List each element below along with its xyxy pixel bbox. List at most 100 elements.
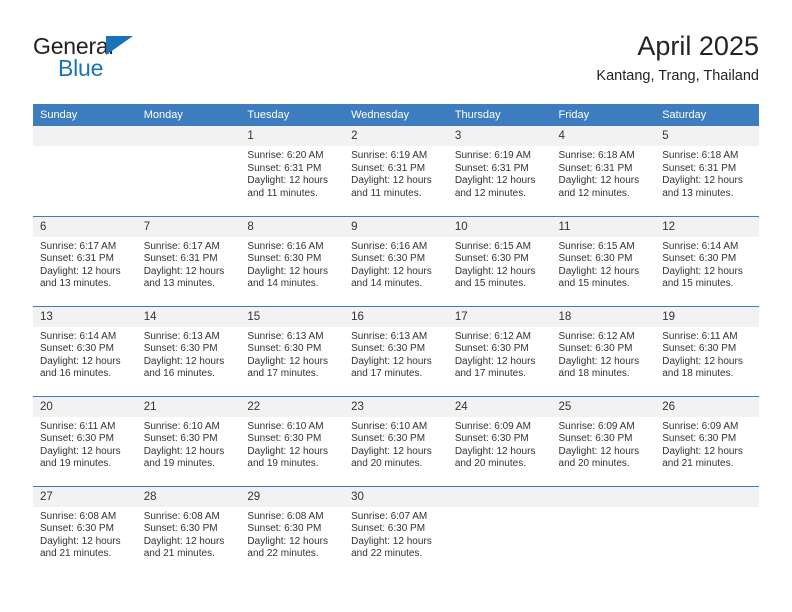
day-event-line: Sunset: 6:30 PM <box>143 433 218 445</box>
day-number: 17 <box>447 306 552 327</box>
day-event-line: Sunrise: 6:17 AM <box>40 240 117 252</box>
calendar-day-cell[interactable]: 13 Sunrise: 6:14 AM Sunset: 6:30 PM Dayligh… <box>33 305 137 396</box>
calendar-cell-empty <box>551 485 656 576</box>
day-event-line: Daylight: 12 hours and 20 minutes. <box>558 445 640 470</box>
day-number: 15 <box>240 306 345 327</box>
day-events: Sunrise: 6:16 AM Sunset: 6:30 PM Daylight:… <box>240 237 344 291</box>
calendar-day-cell[interactable]: 15 Sunrise: 6:13 AM Sunset: 6:30 PM Dayligh… <box>240 305 345 396</box>
day-event-line: Sunset: 6:30 PM <box>247 253 322 265</box>
calendar-day-cell[interactable]: 1 Sunrise: 6:20 AM Sunset: 6:31 PM Daylight… <box>240 126 345 216</box>
calendar-day-cell[interactable]: 17 Sunrise: 6:12 AM Sunset: 6:30 PM Dayligh… <box>447 305 552 396</box>
day-number: 8 <box>240 216 345 237</box>
day-event-line: Sunset: 6:31 PM <box>40 253 114 265</box>
logo-text-blue: Blue <box>58 55 104 81</box>
day-events: Sunrise: 6:17 AM Sunset: 6:31 PM Daylight:… <box>33 237 137 291</box>
day-event-line: Sunset: 6:30 PM <box>662 253 737 265</box>
day-event-line: Sunrise: 6:14 AM <box>40 330 117 342</box>
day-event-line: Sunrise: 6:19 AM <box>351 150 428 161</box>
calendar-day-cell[interactable]: 4 Sunrise: 6:18 AM Sunset: 6:31 PM Daylight… <box>551 126 656 216</box>
day-events: Sunrise: 6:08 AM Sunset: 6:30 PM Daylight:… <box>137 507 241 561</box>
day-event-line: Sunset: 6:30 PM <box>40 433 114 445</box>
day-number: 12 <box>655 216 759 237</box>
calendar-cell-empty <box>136 126 241 216</box>
day-event-line: Daylight: 12 hours and 21 minutes. <box>143 535 225 560</box>
day-event-line: Daylight: 12 hours and 22 minutes. <box>351 535 432 560</box>
day-event-line: Sunset: 6:30 PM <box>454 343 529 355</box>
day-events: Sunrise: 6:14 AM Sunset: 6:30 PM Daylight:… <box>33 327 137 381</box>
day-number: 14 <box>136 306 241 327</box>
calendar-day-cell[interactable]: 19 Sunrise: 6:11 AM Sunset: 6:30 PM Dayligh… <box>655 305 759 396</box>
calendar-day-cell[interactable]: 28 Sunrise: 6:08 AM Sunset: 6:30 PM Dayligh… <box>136 485 241 576</box>
calendar-day-cell[interactable]: 30 Sunrise: 6:07 AM Sunset: 6:30 PM Dayligh… <box>344 485 448 576</box>
calendar-page: General Blue April 2025 Kantang, Trang, … <box>0 0 792 612</box>
calendar-week-row: 13 Sunrise: 6:14 AM Sunset: 6:30 PM Dayligh… <box>33 305 759 396</box>
logo-general-blue[interactable]: General Blue <box>33 34 263 80</box>
calendar-day-cell[interactable]: 24 Sunrise: 6:09 AM Sunset: 6:30 PM Dayligh… <box>447 395 552 486</box>
day-events: Sunrise: 6:09 AM Sunset: 6:30 PM Daylight:… <box>552 417 656 471</box>
day-event-line: Sunset: 6:31 PM <box>143 253 218 265</box>
day-event-line: Sunset: 6:30 PM <box>351 253 426 265</box>
calendar-day-cell[interactable]: 12 Sunrise: 6:14 AM Sunset: 6:30 PM Dayligh… <box>655 215 759 306</box>
calendar-day-cell[interactable]: 16 Sunrise: 6:13 AM Sunset: 6:30 PM Dayligh… <box>344 305 448 396</box>
calendar-day-cell[interactable]: 5 Sunrise: 6:18 AM Sunset: 6:31 PM Daylight… <box>655 126 759 216</box>
day-event-line: Sunset: 6:30 PM <box>143 523 218 535</box>
day-event-line: Daylight: 12 hours and 11 minutes. <box>247 175 329 199</box>
calendar-day-cell[interactable]: 2 Sunrise: 6:19 AM Sunset: 6:31 PM Daylight… <box>344 126 448 216</box>
calendar-day-cell[interactable]: 11 Sunrise: 6:15 AM Sunset: 6:30 PM Dayligh… <box>551 215 656 306</box>
day-event-line: Daylight: 12 hours and 17 minutes. <box>454 355 536 380</box>
day-events: Sunrise: 6:15 AM Sunset: 6:30 PM Daylight:… <box>448 237 552 291</box>
day-number: 7 <box>136 216 241 237</box>
calendar-day-cell[interactable]: 25 Sunrise: 6:09 AM Sunset: 6:30 PM Dayligh… <box>551 395 656 486</box>
day-event-line: Sunset: 6:30 PM <box>351 523 426 535</box>
day-event-line: Sunrise: 6:07 AM <box>351 510 428 522</box>
day-number: 29 <box>240 486 345 507</box>
calendar-day-cell[interactable]: 6 Sunrise: 6:17 AM Sunset: 6:31 PM Daylight… <box>33 215 137 306</box>
day-number: 28 <box>136 486 241 507</box>
day-events: Sunrise: 6:09 AM Sunset: 6:30 PM Daylight:… <box>655 417 759 471</box>
day-event-line: Daylight: 12 hours and 13 minutes. <box>40 265 121 290</box>
day-event-line: Daylight: 12 hours and 16 minutes. <box>143 355 225 380</box>
calendar-day-cell[interactable]: 20 Sunrise: 6:11 AM Sunset: 6:30 PM Dayligh… <box>33 395 137 486</box>
page-subtitle: Kantang, Trang, Thailand <box>596 68 759 84</box>
day-events: Sunrise: 6:07 AM Sunset: 6:30 PM Daylight:… <box>344 507 448 561</box>
day-event-line: Sunrise: 6:15 AM <box>454 240 531 252</box>
day-event-line: Sunrise: 6:18 AM <box>558 150 635 161</box>
day-event-line: Sunrise: 6:20 AM <box>247 150 324 161</box>
day-event-line: Sunrise: 6:16 AM <box>351 240 428 252</box>
calendar-day-cell[interactable]: 10 Sunrise: 6:15 AM Sunset: 6:30 PM Dayligh… <box>447 215 552 306</box>
day-event-line: Sunrise: 6:19 AM <box>454 150 531 161</box>
day-events: Sunrise: 6:19 AM Sunset: 6:31 PM Daylight:… <box>448 146 552 200</box>
day-number: 21 <box>136 396 241 417</box>
day-events: Sunrise: 6:08 AM Sunset: 6:30 PM Daylight:… <box>33 507 137 561</box>
calendar-day-cell[interactable]: 14 Sunrise: 6:13 AM Sunset: 6:30 PM Dayligh… <box>136 305 241 396</box>
weekday-header-tuesday: Tuesday <box>240 104 345 126</box>
page-header: General Blue April 2025 Kantang, Trang, … <box>33 30 759 100</box>
calendar-day-cell[interactable]: 9 Sunrise: 6:16 AM Sunset: 6:30 PM Daylight… <box>344 215 448 306</box>
day-events: Sunrise: 6:17 AM Sunset: 6:31 PM Daylight:… <box>137 237 241 291</box>
weekday-header-sunday: Sunday <box>33 104 137 126</box>
day-event-line: Daylight: 12 hours and 14 minutes. <box>351 265 432 290</box>
day-event-line: Daylight: 12 hours and 17 minutes. <box>247 355 329 380</box>
calendar-day-cell[interactable]: 8 Sunrise: 6:16 AM Sunset: 6:30 PM Daylight… <box>240 215 345 306</box>
day-event-line: Sunset: 6:31 PM <box>351 162 426 174</box>
day-number: 26 <box>655 396 759 417</box>
calendar-day-cell[interactable]: 26 Sunrise: 6:09 AM Sunset: 6:30 PM Dayligh… <box>655 395 759 486</box>
calendar-day-cell[interactable]: 29 Sunrise: 6:08 AM Sunset: 6:30 PM Dayligh… <box>240 485 345 576</box>
calendar-day-cell[interactable]: 27 Sunrise: 6:08 AM Sunset: 6:30 PM Dayligh… <box>33 485 137 576</box>
day-event-line: Sunset: 6:31 PM <box>662 162 737 174</box>
page-title: April 2025 <box>637 31 759 61</box>
day-event-line: Daylight: 12 hours and 11 minutes. <box>351 175 432 199</box>
calendar-day-cell[interactable]: 22 Sunrise: 6:10 AM Sunset: 6:30 PM Dayligh… <box>240 395 345 486</box>
day-number: 3 <box>447 126 552 146</box>
calendar-day-cell[interactable]: 23 Sunrise: 6:10 AM Sunset: 6:30 PM Dayligh… <box>344 395 448 486</box>
calendar-day-cell[interactable]: 21 Sunrise: 6:10 AM Sunset: 6:30 PM Dayligh… <box>136 395 241 486</box>
calendar-day-cell[interactable]: 7 Sunrise: 6:17 AM Sunset: 6:31 PM Daylight… <box>136 215 241 306</box>
calendar-day-cell[interactable]: 3 Sunrise: 6:19 AM Sunset: 6:31 PM Daylight… <box>447 126 552 216</box>
weekday-header-saturday: Saturday <box>655 104 759 126</box>
day-events: Sunrise: 6:11 AM Sunset: 6:30 PM Daylight:… <box>33 417 137 471</box>
day-number <box>551 486 656 507</box>
calendar-day-cell[interactable]: 18 Sunrise: 6:12 AM Sunset: 6:30 PM Dayligh… <box>551 305 656 396</box>
day-event-line: Sunrise: 6:09 AM <box>454 420 531 432</box>
calendar-table: Sunday Monday Tuesday Wednesday Thursday… <box>33 104 759 576</box>
day-number: 22 <box>240 396 345 417</box>
